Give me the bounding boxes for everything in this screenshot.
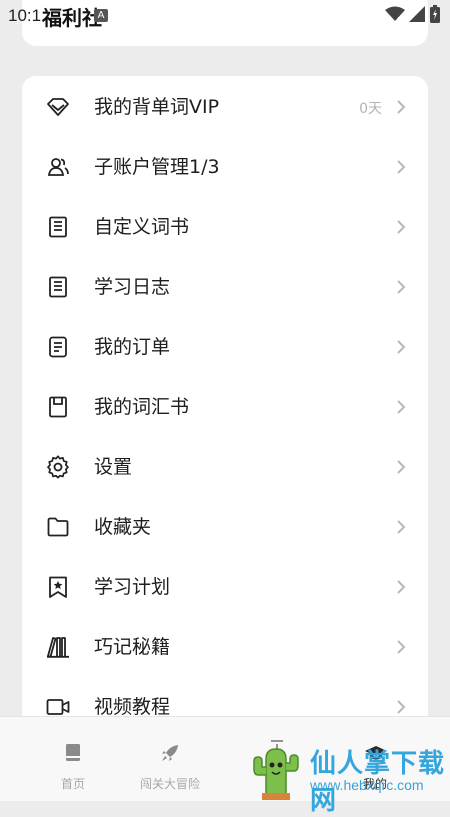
menu-item-custom-wordbook[interactable]: 自定义词书 [22,197,428,257]
users-icon [46,155,70,179]
folder-icon [46,515,70,539]
menu-item-label: 我的词汇书 [94,396,190,418]
nav-tab-adventure[interactable]: 闯关大冒险 [125,717,215,801]
menu-item-label: 学习日志 [94,276,171,298]
notebook-icon [46,215,70,239]
status-time: 10:1 [8,6,42,25]
menu-item-label: 收藏夹 [94,516,152,538]
menu-item-vip[interactable]: 我的背单词VIP 0天 [22,77,428,137]
menu-item-memory-tips[interactable]: 巧记秘籍 [22,617,428,677]
chevron-right-icon [396,219,406,235]
wifi-icon [385,6,405,26]
watermark-url: www.hebxqrc.com [310,777,424,793]
battery-icon [430,5,440,27]
chevron-right-icon [396,639,406,655]
nav-label: 首页 [60,777,85,791]
chevron-right-icon [396,99,406,115]
chevron-right-icon [396,519,406,535]
watermark: 仙人掌下载网 www.hebxqrc.com [250,735,450,816]
menu-item-my-orders[interactable]: 我的订单 [22,317,428,377]
chevron-right-icon [396,279,406,295]
menu-item-label: 我的订单 [94,336,171,358]
nav-tab-home[interactable]: 首页 [28,717,118,801]
menu-item-label: 学习计划 [94,576,171,598]
menu-item-my-vocab-book[interactable]: 我的词汇书 [22,377,428,437]
menu-card: 我的背单词VIP 0天 子账户管理1/3 自定义词书 学习日志 我的订单 我的词… [22,76,428,776]
menu-item-settings[interactable]: 设置 [22,437,428,497]
chevron-right-icon [396,579,406,595]
menu-item-favorites[interactable]: 收藏夹 [22,497,428,557]
menu-item-label: 设置 [94,456,133,478]
notebook-icon [46,275,70,299]
gear-icon [46,455,70,479]
status-bar: 10:1 A [0,0,450,30]
book-icon [46,395,70,419]
chevron-right-icon [396,339,406,355]
cactus-icon [250,745,302,804]
signal-icon [409,6,425,26]
chevron-right-icon [396,459,406,475]
menu-item-label: 自定义词书 [94,216,190,238]
chevron-right-icon [396,159,406,175]
menu-item-label: 我的背单词VIP [94,96,220,118]
menu-item-study-log[interactable]: 学习日志 [22,257,428,317]
chevron-right-icon [396,699,406,715]
menu-item-sub-accounts[interactable]: 子账户管理1/3 [22,137,428,197]
chevron-right-icon [396,399,406,415]
nav-label: 闯关大冒险 [139,777,200,791]
menu-item-study-plan[interactable]: 学习计划 [22,557,428,617]
document-icon [46,335,70,359]
menu-item-label: 子账户管理1/3 [94,156,220,178]
vip-days: 0天 [359,101,382,117]
books-icon [46,635,70,659]
book-icon [63,743,83,763]
notification-badge: A [94,9,108,22]
diamond-icon [46,95,70,119]
menu-item-label: 巧记秘籍 [94,636,171,658]
bookmark-star-icon [46,575,70,599]
rocket-icon [160,743,180,763]
